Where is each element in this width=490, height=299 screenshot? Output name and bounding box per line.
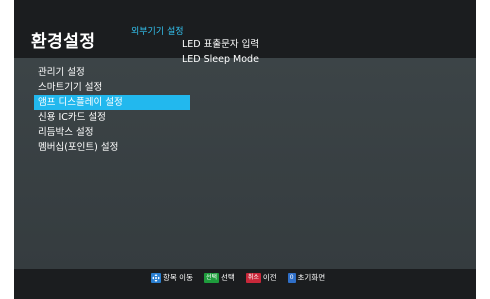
page-title: 환경설정 <box>31 32 96 52</box>
settings-menu: 관리기 설정 스마트기기 설정 앰프 디스플레이 설정 신용 IC카드 설정 리… <box>34 65 190 155</box>
settings-panel: 관리기 설정 스마트기기 설정 앰프 디스플레이 설정 신용 IC카드 설정 리… <box>14 58 476 269</box>
hint-select: 선택 선택 <box>203 272 235 283</box>
menu-item-manager-settings[interactable]: 관리기 설정 <box>34 65 190 80</box>
hint-back: 취소 이전 <box>245 272 277 283</box>
submenu: LED 표출문자 입력 LED Sleep Mode <box>182 37 259 67</box>
key-hints: 항목 이동 선택 선택 취소 이전 0 초기화면 <box>151 272 336 283</box>
hint-back-label: 이전 <box>262 273 277 282</box>
menu-item-membership-settings[interactable]: 멤버십(포인트) 설정 <box>34 140 190 155</box>
menu-item-smart-device-settings[interactable]: 스마트기기 설정 <box>34 80 190 95</box>
select-key-badge: 선택 <box>203 272 220 283</box>
submenu-item-led-sleep-mode[interactable]: LED Sleep Mode <box>182 52 259 67</box>
submenu-item-led-text-input[interactable]: LED 표출문자 입력 <box>182 37 259 52</box>
menu-item-amp-display-settings[interactable]: 앰프 디스플레이 설정 <box>34 95 190 110</box>
zero-key-badge: 0 <box>287 272 296 283</box>
footer-hints-bar: 항목 이동 선택 선택 취소 이전 0 초기화면 <box>14 269 476 285</box>
hint-home-label: 초기화면 <box>297 273 326 282</box>
hint-home: 0 초기화면 <box>287 272 326 283</box>
hint-select-label: 선택 <box>221 273 235 282</box>
page-subtitle: 외부기기 설정 <box>131 27 184 37</box>
bottom-strip <box>14 285 476 299</box>
hint-move-label: 항목 이동 <box>163 273 193 282</box>
menu-item-rhythm-box-settings[interactable]: 리듬박스 설정 <box>34 125 190 140</box>
menu-item-ic-card-settings[interactable]: 신용 IC카드 설정 <box>34 110 190 125</box>
dpad-icon <box>151 272 161 283</box>
cancel-key-badge: 취소 <box>245 272 261 283</box>
hint-move: 항목 이동 <box>151 272 193 283</box>
